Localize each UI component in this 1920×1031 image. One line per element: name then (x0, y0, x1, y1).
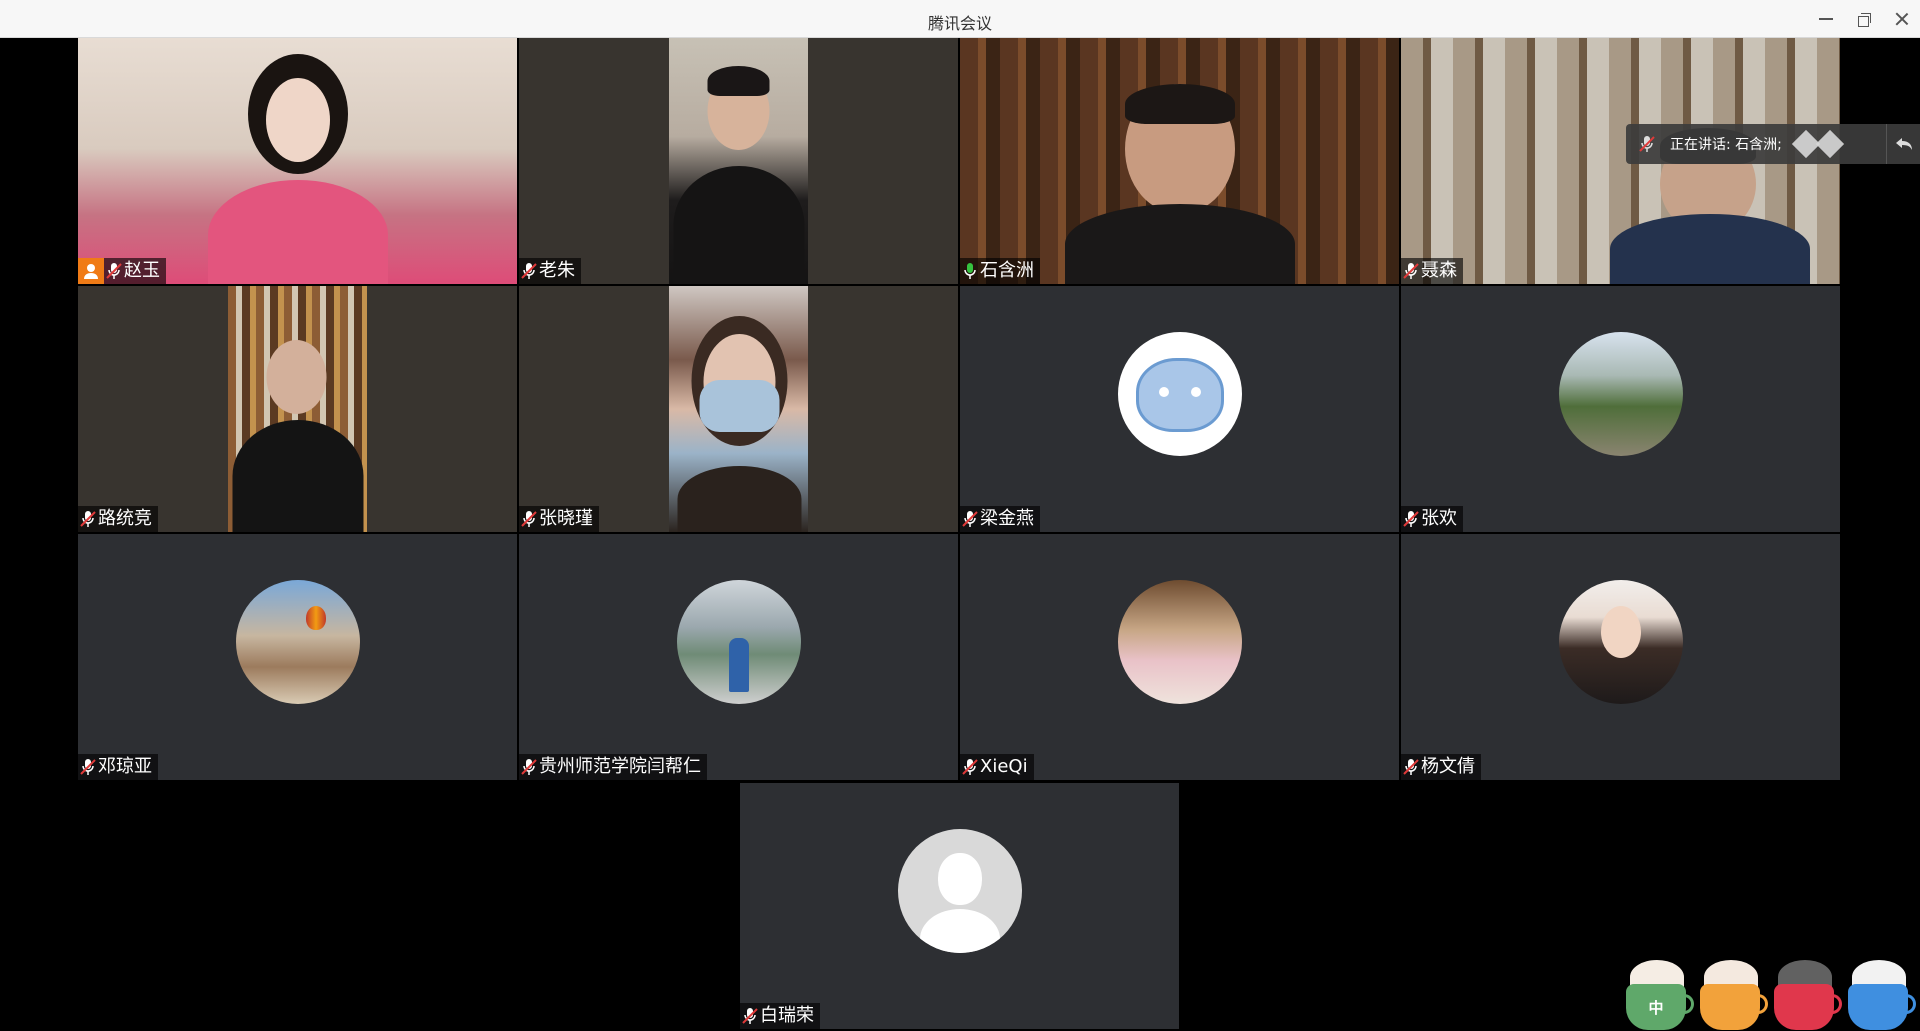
restore-button[interactable] (1848, 5, 1880, 33)
participant-tile[interactable]: 赵玉 (78, 38, 517, 284)
participant-tile[interactable]: 老朱 (519, 38, 958, 284)
participant-name-label: 邓琼亚 (78, 754, 158, 780)
return-arrow-icon (1895, 138, 1912, 150)
participant-name: 石含洲 (980, 260, 1034, 281)
reaction-bar: 中 (1620, 960, 1916, 1031)
participant-avatar (1558, 332, 1683, 456)
participant-tile[interactable]: XieQi (960, 534, 1399, 780)
participant-name: 杨文倩 (1421, 756, 1475, 777)
reaction-cat-cup-green[interactable]: 中 (1620, 960, 1694, 1031)
participant-name-label: 石含洲 (960, 258, 1040, 284)
participant-name: 张欢 (1421, 508, 1457, 529)
mic-muted-icon (962, 510, 978, 528)
speaking-label: 正在讲话: 石含洲; (1670, 137, 1782, 153)
participant-name: 白瑞荣 (760, 1005, 814, 1026)
speaking-indicator: 正在讲话: 石含洲; (1626, 124, 1920, 164)
participant-tile[interactable]: 张晓瑾 (519, 286, 958, 532)
mic-muted-icon (106, 262, 122, 280)
reaction-cat-cup-orange[interactable] (1694, 960, 1768, 1031)
mic-muted-icon (521, 758, 537, 776)
participant-name-label: 聂森 (1401, 258, 1463, 284)
participant-avatar (1558, 580, 1683, 704)
mic-muted-icon (521, 262, 537, 280)
bear-avatar-icon (1117, 332, 1242, 456)
participant-name-label: 老朱 (519, 258, 581, 284)
close-button[interactable] (1886, 5, 1918, 33)
participant-name: 贵州师范学院闫帮仁 (539, 756, 701, 777)
window-title: 腾讯会议 (927, 14, 992, 33)
mic-muted-icon (742, 1007, 758, 1025)
participant-name-label: 张欢 (1401, 506, 1463, 532)
participant-tile[interactable]: 贵州师范学院闫帮仁 (519, 534, 958, 780)
participant-name-label: 白瑞荣 (740, 1003, 820, 1029)
mic-muted-icon (962, 758, 978, 776)
participant-name-label: 赵玉 (78, 258, 166, 284)
participant-video (669, 286, 808, 532)
reaction-cat-cup-red[interactable] (1768, 960, 1842, 1031)
title-bar: 腾讯会议 (0, 0, 1920, 38)
restore-icon (1858, 13, 1871, 27)
participant-name: 梁金燕 (980, 508, 1034, 529)
mic-muted-icon (1632, 129, 1662, 159)
default-user-icon (897, 829, 1022, 953)
participant-tile[interactable]: 邓琼亚 (78, 534, 517, 780)
participant-tile[interactable]: 路统竞 (78, 286, 517, 532)
participant-tile[interactable]: 张欢 (1401, 286, 1840, 532)
mic-active-icon (962, 262, 978, 280)
minimize-icon (1819, 18, 1833, 20)
speaker-avatars (1791, 129, 1845, 159)
participant-name-label: 贵州师范学院闫帮仁 (519, 754, 707, 780)
host-icon (78, 258, 104, 284)
participant-name: 聂森 (1421, 260, 1457, 281)
close-icon (1895, 12, 1909, 26)
participant-avatar (235, 580, 360, 704)
mic-muted-icon (521, 510, 537, 528)
participant-tile[interactable]: 杨文倩 (1401, 534, 1840, 780)
mic-muted-icon (1403, 262, 1419, 280)
participant-name: 老朱 (539, 260, 575, 281)
participant-video (669, 38, 808, 284)
mic-muted-icon (1403, 510, 1419, 528)
participant-name: 张晓瑾 (539, 508, 593, 529)
minimize-button[interactable] (1810, 5, 1842, 33)
participant-tile[interactable]: 白瑞荣 (740, 783, 1179, 1029)
participant-tile[interactable]: 梁金燕 (960, 286, 1399, 532)
participant-name: 路统竞 (98, 508, 152, 529)
collapse-button[interactable] (1886, 124, 1920, 164)
participant-name: 邓琼亚 (98, 756, 152, 777)
participant-video (78, 38, 517, 284)
participant-avatar (676, 580, 801, 704)
participant-name-label: XieQi (960, 754, 1034, 780)
mic-muted-icon (80, 510, 96, 528)
participant-name: 赵玉 (124, 260, 160, 281)
mic-muted-icon (80, 758, 96, 776)
mic-muted-icon (1403, 758, 1419, 776)
participant-name-label: 路统竞 (78, 506, 158, 532)
reaction-cat-cup-blue[interactable] (1842, 960, 1916, 1031)
participant-video (960, 38, 1399, 284)
participant-video (228, 286, 367, 532)
participant-tile-speaking[interactable]: 石含洲 (960, 38, 1399, 284)
participant-avatar (1117, 580, 1242, 704)
participant-name-label: 张晓瑾 (519, 506, 599, 532)
participant-name-label: 杨文倩 (1401, 754, 1481, 780)
participant-name-label: 梁金燕 (960, 506, 1040, 532)
participant-name: XieQi (980, 756, 1028, 777)
